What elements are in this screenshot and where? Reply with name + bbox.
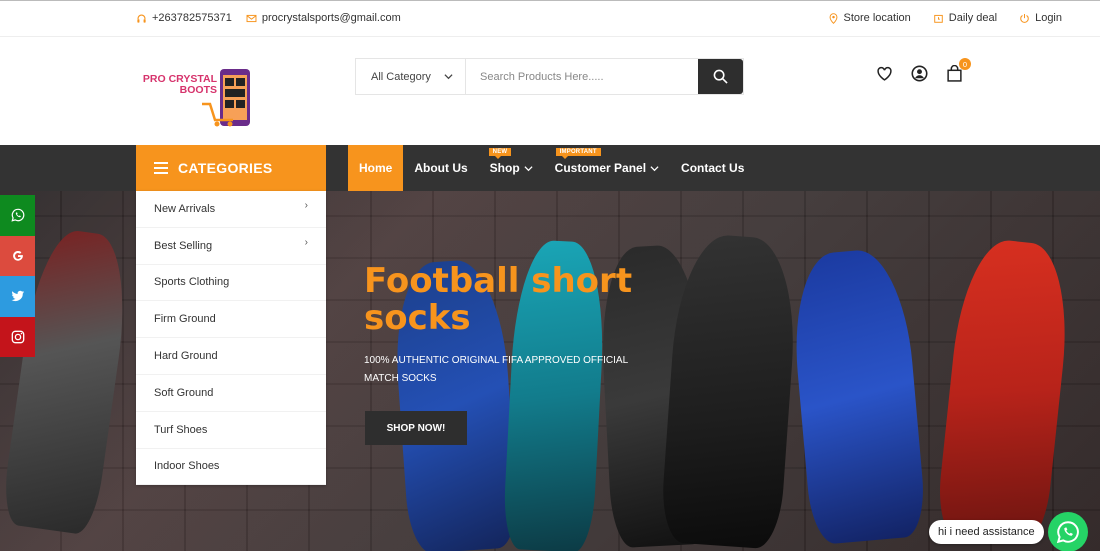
category-item-new-arrivals[interactable]: New Arrivals › — [136, 191, 326, 228]
nav-customer-panel[interactable]: IMPORTANT Customer Panel — [544, 145, 670, 191]
login-label: Login — [1035, 12, 1062, 24]
whatsapp-share-button[interactable] — [0, 195, 35, 236]
store-location-label: Store location — [843, 12, 911, 24]
hero-subtitle: 100% AUTHENTIC ORIGINAL FIFA APPROVED OF… — [364, 355, 628, 384]
category-item-soft-ground[interactable]: Soft Ground — [136, 375, 326, 412]
nav-contact[interactable]: Contact Us — [670, 145, 755, 191]
product-search: All Category — [355, 58, 744, 95]
category-item-label: Best Selling — [154, 239, 213, 252]
category-item-indoor-shoes[interactable]: Indoor Shoes — [136, 449, 326, 486]
category-item-firm-ground[interactable]: Firm Ground — [136, 301, 326, 339]
category-item-turf-shoes[interactable]: Turf Shoes — [136, 412, 326, 449]
instagram-share-button[interactable] — [0, 316, 35, 357]
whatsapp-icon — [10, 208, 24, 222]
category-item-hard-ground[interactable]: Hard Ground — [136, 338, 326, 375]
categories-title: CATEGORIES — [178, 160, 273, 176]
google-icon — [12, 250, 23, 261]
top-bar: +263782575371 procrystalsports@gmail.com… — [0, 0, 1100, 37]
nav-about[interactable]: About Us — [403, 145, 478, 191]
instagram-icon — [11, 330, 24, 344]
category-item-label: Sports Clothing — [154, 276, 230, 289]
nav-customer-panel-label: Customer Panel — [554, 161, 647, 175]
search-input[interactable] — [466, 59, 698, 94]
shop-now-button[interactable]: SHOP NOW! — [365, 411, 467, 445]
headset-icon — [137, 14, 146, 23]
cart-button[interactable]: 0 — [946, 58, 971, 82]
nav-shop-label: Shop — [489, 161, 520, 175]
daily-deal-label: Daily deal — [948, 12, 998, 24]
power-icon — [1020, 13, 1029, 23]
category-item-label: New Arrivals — [154, 202, 216, 215]
category-item-best-selling[interactable]: Best Selling › — [136, 228, 326, 265]
nav-shop[interactable]: NEW Shop — [479, 145, 544, 191]
store-location-link[interactable]: Store location — [828, 12, 911, 24]
chevron-right-icon: › — [304, 200, 308, 212]
category-item-label: Indoor Shoes — [154, 460, 220, 473]
cart-count-badge: 0 — [959, 58, 971, 70]
nav-home-label: Home — [359, 161, 393, 175]
category-item-label: Firm Ground — [154, 313, 216, 326]
new-badge: NEW — [488, 148, 512, 159]
nav-home[interactable]: Home — [348, 145, 404, 191]
twitter-icon — [11, 291, 24, 302]
social-share-bar — [0, 195, 35, 357]
wishlist-button[interactable] — [876, 65, 893, 82]
chevron-down-icon — [524, 165, 533, 171]
important-badge: IMPORTANT — [555, 148, 601, 159]
chevron-down-icon — [650, 165, 659, 171]
site-logo[interactable]: PRO CRYSTAL BOOTS — [140, 68, 255, 130]
category-list: New Arrivals › Best Selling › Sports Cloth… — [136, 191, 326, 486]
nav-about-label: About Us — [414, 161, 468, 175]
envelope-icon — [246, 14, 257, 22]
heart-icon — [877, 66, 892, 81]
category-item-label: Turf Shoes — [154, 423, 208, 436]
map-pin-icon — [829, 12, 837, 24]
category-item-sports-clothing[interactable]: Sports Clothing — [136, 265, 326, 302]
category-item-label: Soft Ground — [154, 386, 214, 399]
nav-contact-label: Contact Us — [681, 161, 745, 175]
phone-number: +263782575371 — [152, 12, 232, 24]
email-contact[interactable]: procrystalsports@gmail.com — [246, 12, 401, 24]
chevron-right-icon: › — [304, 237, 308, 249]
header-icons: 0 — [876, 58, 971, 82]
main-menu: Home About Us NEW Shop IMPORTANT Custome… — [348, 145, 755, 191]
category-select[interactable]: All Category — [356, 59, 466, 94]
login-link[interactable]: Login — [1019, 12, 1062, 24]
chevron-down-icon — [444, 74, 453, 80]
twitter-share-button[interactable] — [0, 276, 35, 317]
phone-cart-logo-icon — [202, 69, 250, 127]
google-share-button[interactable] — [0, 235, 35, 276]
categories-toggle[interactable]: CATEGORIES — [136, 145, 326, 191]
whatsapp-icon — [1056, 521, 1079, 544]
chat-prompt-bubble[interactable]: hi i need assistance — [929, 520, 1044, 544]
alarm-icon — [934, 14, 943, 23]
daily-deal-link[interactable]: Daily deal — [933, 12, 997, 24]
search-button[interactable] — [698, 59, 743, 94]
category-select-label: All Category — [371, 70, 431, 83]
phone-contact[interactable]: +263782575371 — [136, 12, 232, 24]
user-icon — [911, 65, 928, 82]
whatsapp-chat-button[interactable] — [1048, 512, 1088, 551]
search-icon — [713, 69, 728, 84]
hamburger-menu-icon — [154, 162, 168, 174]
account-button[interactable] — [911, 65, 928, 82]
category-item-label: Hard Ground — [154, 350, 218, 363]
email-address: procrystalsports@gmail.com — [261, 12, 401, 24]
hero-title: Football short socks — [364, 261, 633, 338]
